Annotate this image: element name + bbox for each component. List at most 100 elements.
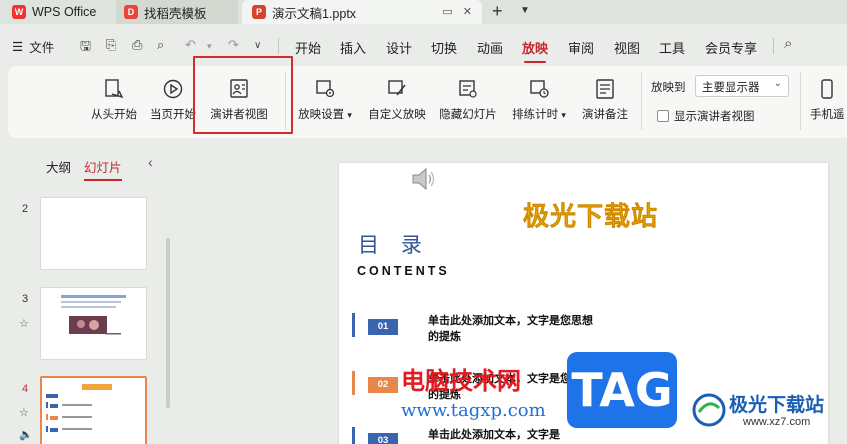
file-menu-label: 文件: [29, 41, 55, 55]
tab-template[interactable]: D 找稻壳模板: [116, 0, 238, 24]
ribbon-divider: [641, 72, 642, 130]
collapse-pane-icon[interactable]: ‹: [148, 154, 153, 170]
more-quick-actions-icon[interactable]: ∨: [254, 40, 261, 51]
toc-accent-bar: [352, 313, 355, 337]
ribbon-divider: [285, 72, 286, 130]
custom-show-button[interactable]: 自定义放映: [366, 78, 428, 122]
undo-dropdown-icon[interactable]: ▾: [207, 41, 212, 52]
show-presenter-view-checkbox[interactable]: 显示演讲者视图: [657, 108, 755, 124]
menu-home[interactable]: 开始: [295, 38, 321, 57]
slide-thumbnail-4[interactable]: [40, 376, 147, 444]
show-settings-button[interactable]: 放映设置 ▾: [295, 78, 355, 122]
slide-thumbnail-2[interactable]: [40, 197, 147, 270]
phone-remote-button[interactable]: 手机遥: [810, 78, 845, 122]
save-icon[interactable]: 🖫: [80, 37, 91, 59]
presenter-view-button[interactable]: 演讲者视图: [208, 78, 270, 122]
toc-number-badge: 03: [368, 433, 398, 444]
show-presenter-view-label: 显示演讲者视图: [674, 111, 755, 123]
menu-view[interactable]: 视图: [614, 38, 640, 57]
menu-insert[interactable]: 插入: [340, 38, 366, 57]
from-start-button[interactable]: 从头开始: [88, 78, 140, 122]
menu-divider: [278, 38, 279, 54]
file-menu[interactable]: ☰ 文件: [12, 37, 54, 56]
rehearse-timing-button[interactable]: 排练计时 ▾: [508, 78, 570, 122]
search-icon[interactable]: ⌕: [784, 35, 792, 52]
speaker-notes-icon: [596, 79, 614, 99]
aurora-logo-icon: [692, 393, 726, 427]
menu-review[interactable]: 审阅: [568, 38, 594, 57]
slide-number: 4: [22, 383, 29, 395]
play-to-label: 放映到: [651, 82, 686, 94]
rehearse-timing-icon: [530, 80, 549, 98]
slide-3-preview-graphic: [61, 295, 126, 335]
checkbox-box[interactable]: [657, 110, 669, 122]
toc-item-text: 单击此处添加文本，文字是: [428, 429, 560, 441]
print-icon[interactable]: ⎙: [132, 37, 142, 53]
monitor-select[interactable]: 主要显示器 ⌄: [695, 75, 789, 97]
menu-transitions[interactable]: 切换: [431, 38, 457, 57]
audio-speaker-icon[interactable]: [410, 166, 438, 192]
from-current-label: 当页开始: [150, 109, 196, 121]
hide-slide-button[interactable]: 隐藏幻灯片: [437, 78, 499, 122]
play-circle-icon: [163, 79, 183, 99]
window-mode-icon[interactable]: ▭: [442, 5, 452, 18]
tab-wps-office[interactable]: W WPS Office: [12, 0, 96, 24]
rehearse-timing-label: 排练计时 ▾: [508, 106, 570, 122]
menu-member[interactable]: 会员专享: [705, 38, 757, 57]
export-icon[interactable]: ⎘: [106, 37, 116, 53]
tab-list-chevron-icon[interactable]: ▼: [520, 5, 530, 16]
slide-number: 2: [22, 203, 29, 215]
print-preview-icon[interactable]: ⌕: [157, 37, 164, 53]
tab-outline[interactable]: 大纲: [46, 157, 71, 176]
speaker-notes-label: 演讲备注: [582, 109, 628, 121]
tab-template-label: 找稻壳模板: [144, 6, 207, 21]
chevron-down-icon: ▾: [347, 110, 352, 120]
chevron-down-icon: ⌄: [773, 78, 782, 89]
toc-item[interactable]: 03 单击此处添加文本，文字是: [352, 427, 602, 444]
menu-animations[interactable]: 动画: [477, 38, 503, 57]
show-settings-icon: [316, 80, 335, 98]
custom-show-label: 自定义放映: [368, 109, 426, 121]
tab-document[interactable]: P 演示文稿1.pptx ▭ ✕: [242, 0, 482, 24]
monitor-select-value: 主要显示器: [702, 82, 760, 94]
hamburger-icon: ☰: [12, 40, 24, 54]
slide-brand-text: 极光下载站: [523, 202, 659, 233]
presentation-file-icon: P: [252, 5, 266, 19]
toc-number-badge: 01: [368, 319, 398, 335]
star-icon[interactable]: ☆: [19, 406, 29, 419]
wps-logo-icon: W: [12, 5, 26, 19]
from-current-button[interactable]: 当页开始: [148, 78, 198, 122]
menu-design[interactable]: 设计: [386, 38, 412, 57]
toc-item-text: 单击此处添加文本，文字是您思想的提炼: [428, 315, 593, 343]
watermark-site-url: www.tagxp.com: [401, 400, 546, 421]
thumbnail-scrollbar[interactable]: [166, 238, 170, 408]
chevron-down-icon: ▾: [561, 110, 566, 120]
docer-logo-icon: D: [124, 5, 138, 19]
slide-4-preview-graphic: [46, 384, 112, 432]
menu-tools[interactable]: 工具: [659, 38, 685, 57]
toc-title: 目 录: [358, 234, 430, 257]
show-settings-label: 放映设置 ▾: [295, 106, 355, 122]
menu-slideshow[interactable]: 放映: [522, 38, 548, 63]
tab-slides[interactable]: 幻灯片: [84, 157, 122, 181]
ribbon-divider: [800, 72, 801, 130]
tab-wps-label: WPS Office: [32, 5, 97, 19]
presenter-view-label: 演讲者视图: [210, 109, 268, 121]
undo-icon[interactable]: ↶: [185, 37, 196, 53]
speaker-icon[interactable]: 🔈: [19, 428, 33, 441]
toc-item[interactable]: 01 单击此处添加文本，文字是您思想的提炼: [352, 313, 602, 349]
toc-accent-bar: [352, 371, 355, 395]
speaker-notes-button[interactable]: 演讲备注: [580, 78, 630, 122]
phone-remote-label: 手机遥: [810, 109, 845, 121]
tab-document-label: 演示文稿1.pptx: [272, 6, 357, 21]
toc-accent-bar: [352, 427, 355, 444]
redo-icon[interactable]: ↷: [228, 37, 239, 53]
star-icon[interactable]: ☆: [19, 317, 29, 330]
new-tab-icon[interactable]: +: [492, 1, 503, 22]
hide-slide-icon: [459, 80, 477, 98]
slide-thumbnail-3[interactable]: [40, 287, 147, 360]
phone-icon: [821, 79, 833, 99]
hide-slide-label: 隐藏幻灯片: [439, 109, 497, 121]
rehearse-timing-text: 排练计时: [512, 109, 559, 121]
close-tab-icon[interactable]: ✕: [463, 5, 472, 18]
